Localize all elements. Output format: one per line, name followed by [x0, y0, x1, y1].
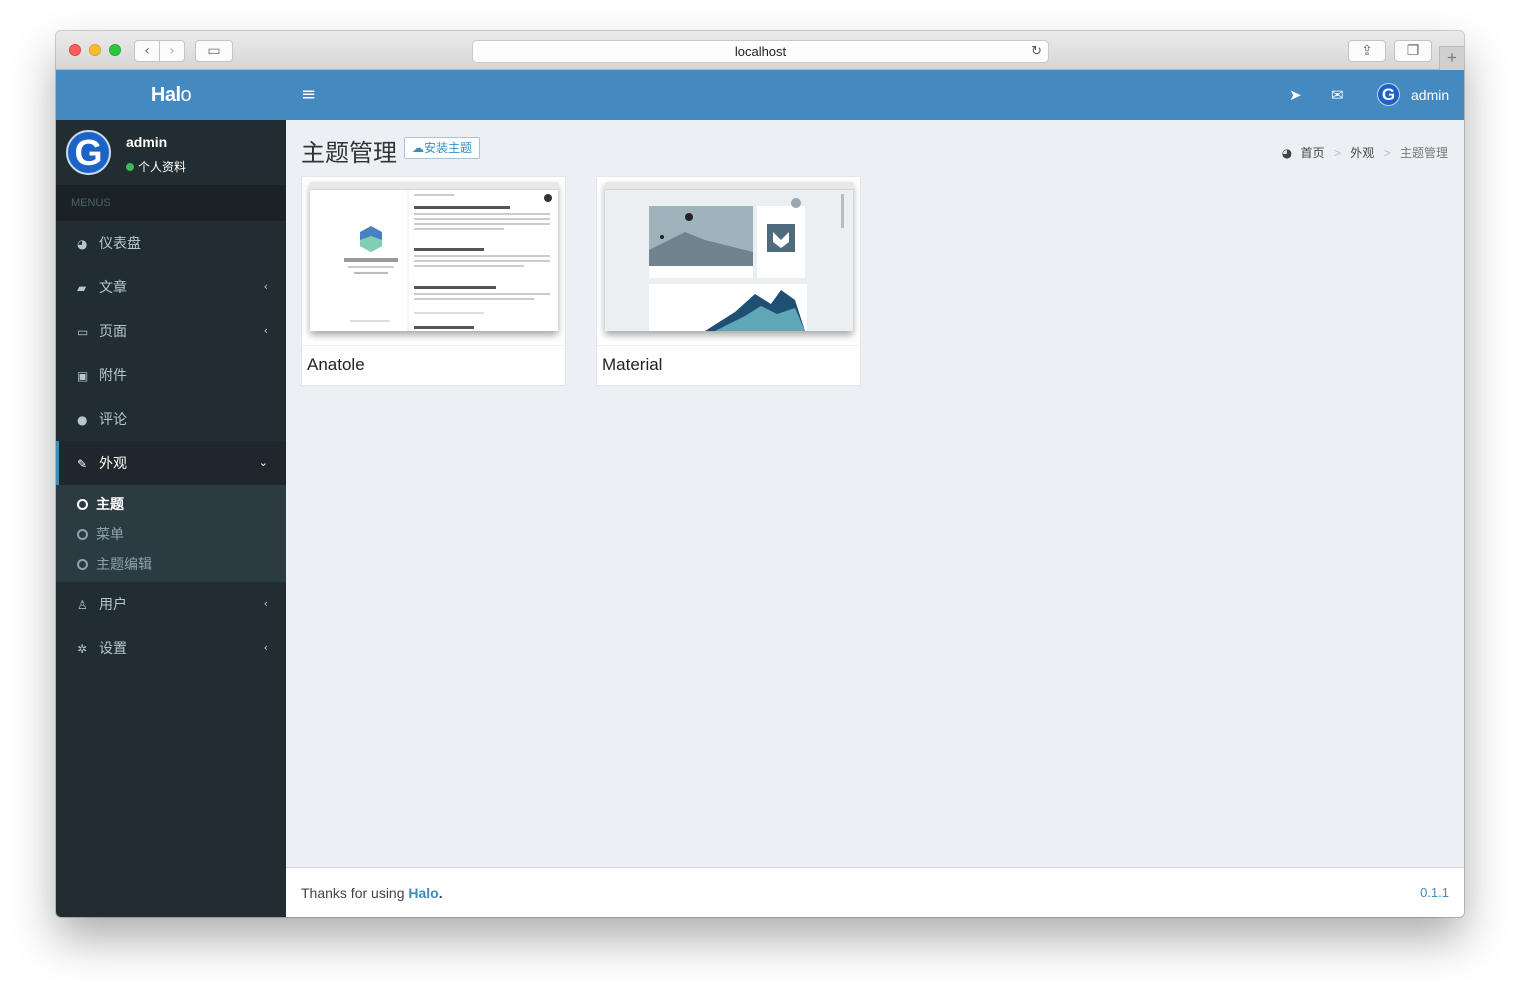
sidebar-item-label: 设置 [99, 640, 127, 656]
card-divider [302, 345, 565, 346]
chevron-left-icon: ‹ [263, 324, 268, 337]
profile-link-label: 个人资料 [138, 160, 187, 174]
profile-link[interactable]: 个人资料 [126, 158, 186, 175]
card-divider [597, 345, 860, 346]
footer-text-before: Thanks for using [301, 885, 409, 901]
dashboard-icon: ◕ [77, 237, 88, 251]
submenu-item-theme-editor[interactable]: 主题编辑 [56, 549, 286, 579]
comment-icon: ● [77, 413, 88, 427]
version-label: 0.1.1 [1420, 885, 1449, 900]
sidebar-item-settings[interactable]: ✲ 设置 ‹ [56, 626, 286, 670]
sidebar-item-label: 页面 [99, 323, 127, 339]
dashboard-icon: ◕ [1281, 146, 1293, 160]
chevron-left-icon: ‹ [263, 597, 268, 610]
new-tab-button[interactable]: + [1439, 46, 1464, 70]
submenu-item-label: 主题 [96, 496, 124, 512]
desktop-icon: ▭ [77, 325, 89, 339]
avatar[interactable]: G [1377, 83, 1400, 106]
brand-logo[interactable]: Halo [56, 70, 286, 120]
breadcrumb-appearance[interactable]: 外观 [1350, 146, 1374, 160]
online-status-dot [126, 163, 134, 171]
theme-card-anatole[interactable]: Anatole [301, 176, 566, 386]
image-icon: ▣ [77, 369, 89, 383]
back-button[interactable]: ‹ [134, 40, 160, 62]
sidebar-toggle-icon[interactable]: ▭ [195, 40, 233, 62]
browser-window: ‹ › ▭ localhost ↻ ⇪ ❐ + Halo G admin 个人资… [56, 31, 1464, 917]
hamburger-menu-icon[interactable]: ≡ [301, 70, 316, 120]
theme-name: Anatole [307, 355, 365, 374]
navbar-username[interactable]: admin [1411, 70, 1449, 120]
sidebar-username: admin [126, 134, 168, 150]
sidebar-item-appearance[interactable]: ✎ 外观 ⌄ [56, 441, 286, 485]
cloud-upload-icon: ☁ [412, 141, 424, 155]
install-theme-button[interactable]: ☁安装主题 [404, 137, 481, 159]
paint-brush-icon: ✎ [77, 457, 88, 471]
breadcrumb-home[interactable]: 首页 [1301, 146, 1325, 160]
sidebar-item-users[interactable]: ♙ 用户 ‹ [56, 582, 286, 626]
sidebar-item-label: 附件 [99, 367, 127, 383]
content-wrapper: 主题管理 ☁安装主题 ◕ 首页 > 外观 > 主题管理 Anatole Mate… [286, 120, 1464, 867]
theme-name: Material [602, 355, 663, 374]
brand-logo-light: o [180, 84, 192, 106]
chevron-left-icon: ‹ [263, 641, 268, 654]
submenu-item-menus[interactable]: 菜单 [56, 519, 286, 549]
zoom-window-button[interactable] [109, 44, 121, 56]
avatar: G [66, 130, 111, 175]
footer-text: Thanks for using Halo. [301, 868, 443, 917]
install-theme-label: 安装主题 [424, 141, 473, 155]
main-sidebar: Halo G admin 个人资料 MENUS ◕ 仪表盘 ▰ 文章 ‹ ▭ 页面 ‹… [56, 70, 286, 917]
share-icon[interactable]: ⇪ [1348, 40, 1386, 62]
sidebar-item-dashboard[interactable]: ◕ 仪表盘 [56, 221, 286, 265]
menu-header: MENUS [56, 185, 286, 221]
material-preview-graphic [649, 194, 844, 331]
sidebar-item-label: 外观 [99, 455, 127, 471]
sidebar-item-attachments[interactable]: ▣ 附件 [56, 353, 286, 397]
envelope-icon[interactable]: ✉ [1331, 70, 1344, 120]
footer-text-after: . [438, 885, 443, 901]
minimize-window-button[interactable] [89, 44, 101, 56]
submenu-item-label: 主题编辑 [96, 556, 152, 572]
tabs-overview-icon[interactable]: ❐ [1394, 40, 1432, 62]
forward-button[interactable]: › [159, 40, 185, 62]
breadcrumb-separator: > [1383, 146, 1391, 160]
sidebar-item-label: 文章 [99, 279, 127, 295]
user-panel: G admin 个人资料 [56, 120, 286, 185]
book-icon: ▰ [77, 281, 87, 295]
main-footer: Thanks for using Halo. 0.1.1 [286, 867, 1464, 917]
circle-icon [77, 559, 88, 570]
chevron-down-icon: ⌄ [258, 456, 268, 469]
brand-logo-bold: Hal [150, 84, 181, 106]
breadcrumb-separator: > [1333, 146, 1341, 160]
sidebar-item-label: 仪表盘 [99, 235, 141, 251]
location-arrow-icon[interactable]: ➤ [1289, 70, 1302, 120]
circle-icon [77, 499, 88, 510]
anatole-preview-graphic [344, 190, 552, 331]
theme-card-material[interactable]: Material [596, 176, 861, 386]
circle-icon [77, 529, 88, 540]
halo-link[interactable]: Halo [408, 885, 438, 901]
appearance-submenu: 主题 菜单 主题编辑 [56, 485, 286, 582]
sidebar-item-pages[interactable]: ▭ 页面 ‹ [56, 309, 286, 353]
cog-icon: ✲ [77, 642, 88, 656]
theme-preview-image [605, 182, 853, 331]
address-bar[interactable]: localhost ↻ [472, 40, 1049, 63]
reload-icon[interactable]: ↻ [1031, 41, 1042, 62]
breadcrumb: ◕ 首页 > 外观 > 主题管理 [1282, 144, 1448, 161]
chevron-left-icon: ‹ [263, 280, 268, 293]
breadcrumb-current: 主题管理 [1399, 146, 1448, 160]
submenu-item-themes[interactable]: 主题 [56, 489, 286, 519]
close-window-button[interactable] [69, 44, 81, 56]
submenu-item-label: 菜单 [96, 526, 124, 542]
sidebar-item-posts[interactable]: ▰ 文章 ‹ [56, 265, 286, 309]
url-text: localhost [734, 44, 787, 59]
browser-toolbar: ‹ › ▭ localhost ↻ ⇪ ❐ + [56, 31, 1464, 70]
top-navbar: ≡ ➤ ✉ G admin [286, 70, 1464, 120]
user-icon: ♙ [77, 598, 88, 612]
page-title: 主题管理 [301, 140, 397, 167]
theme-preview-image [310, 182, 558, 331]
sidebar-item-label: 评论 [99, 411, 127, 427]
sidebar-item-comments[interactable]: ● 评论 [56, 397, 286, 441]
sidebar-item-label: 用户 [99, 596, 127, 612]
